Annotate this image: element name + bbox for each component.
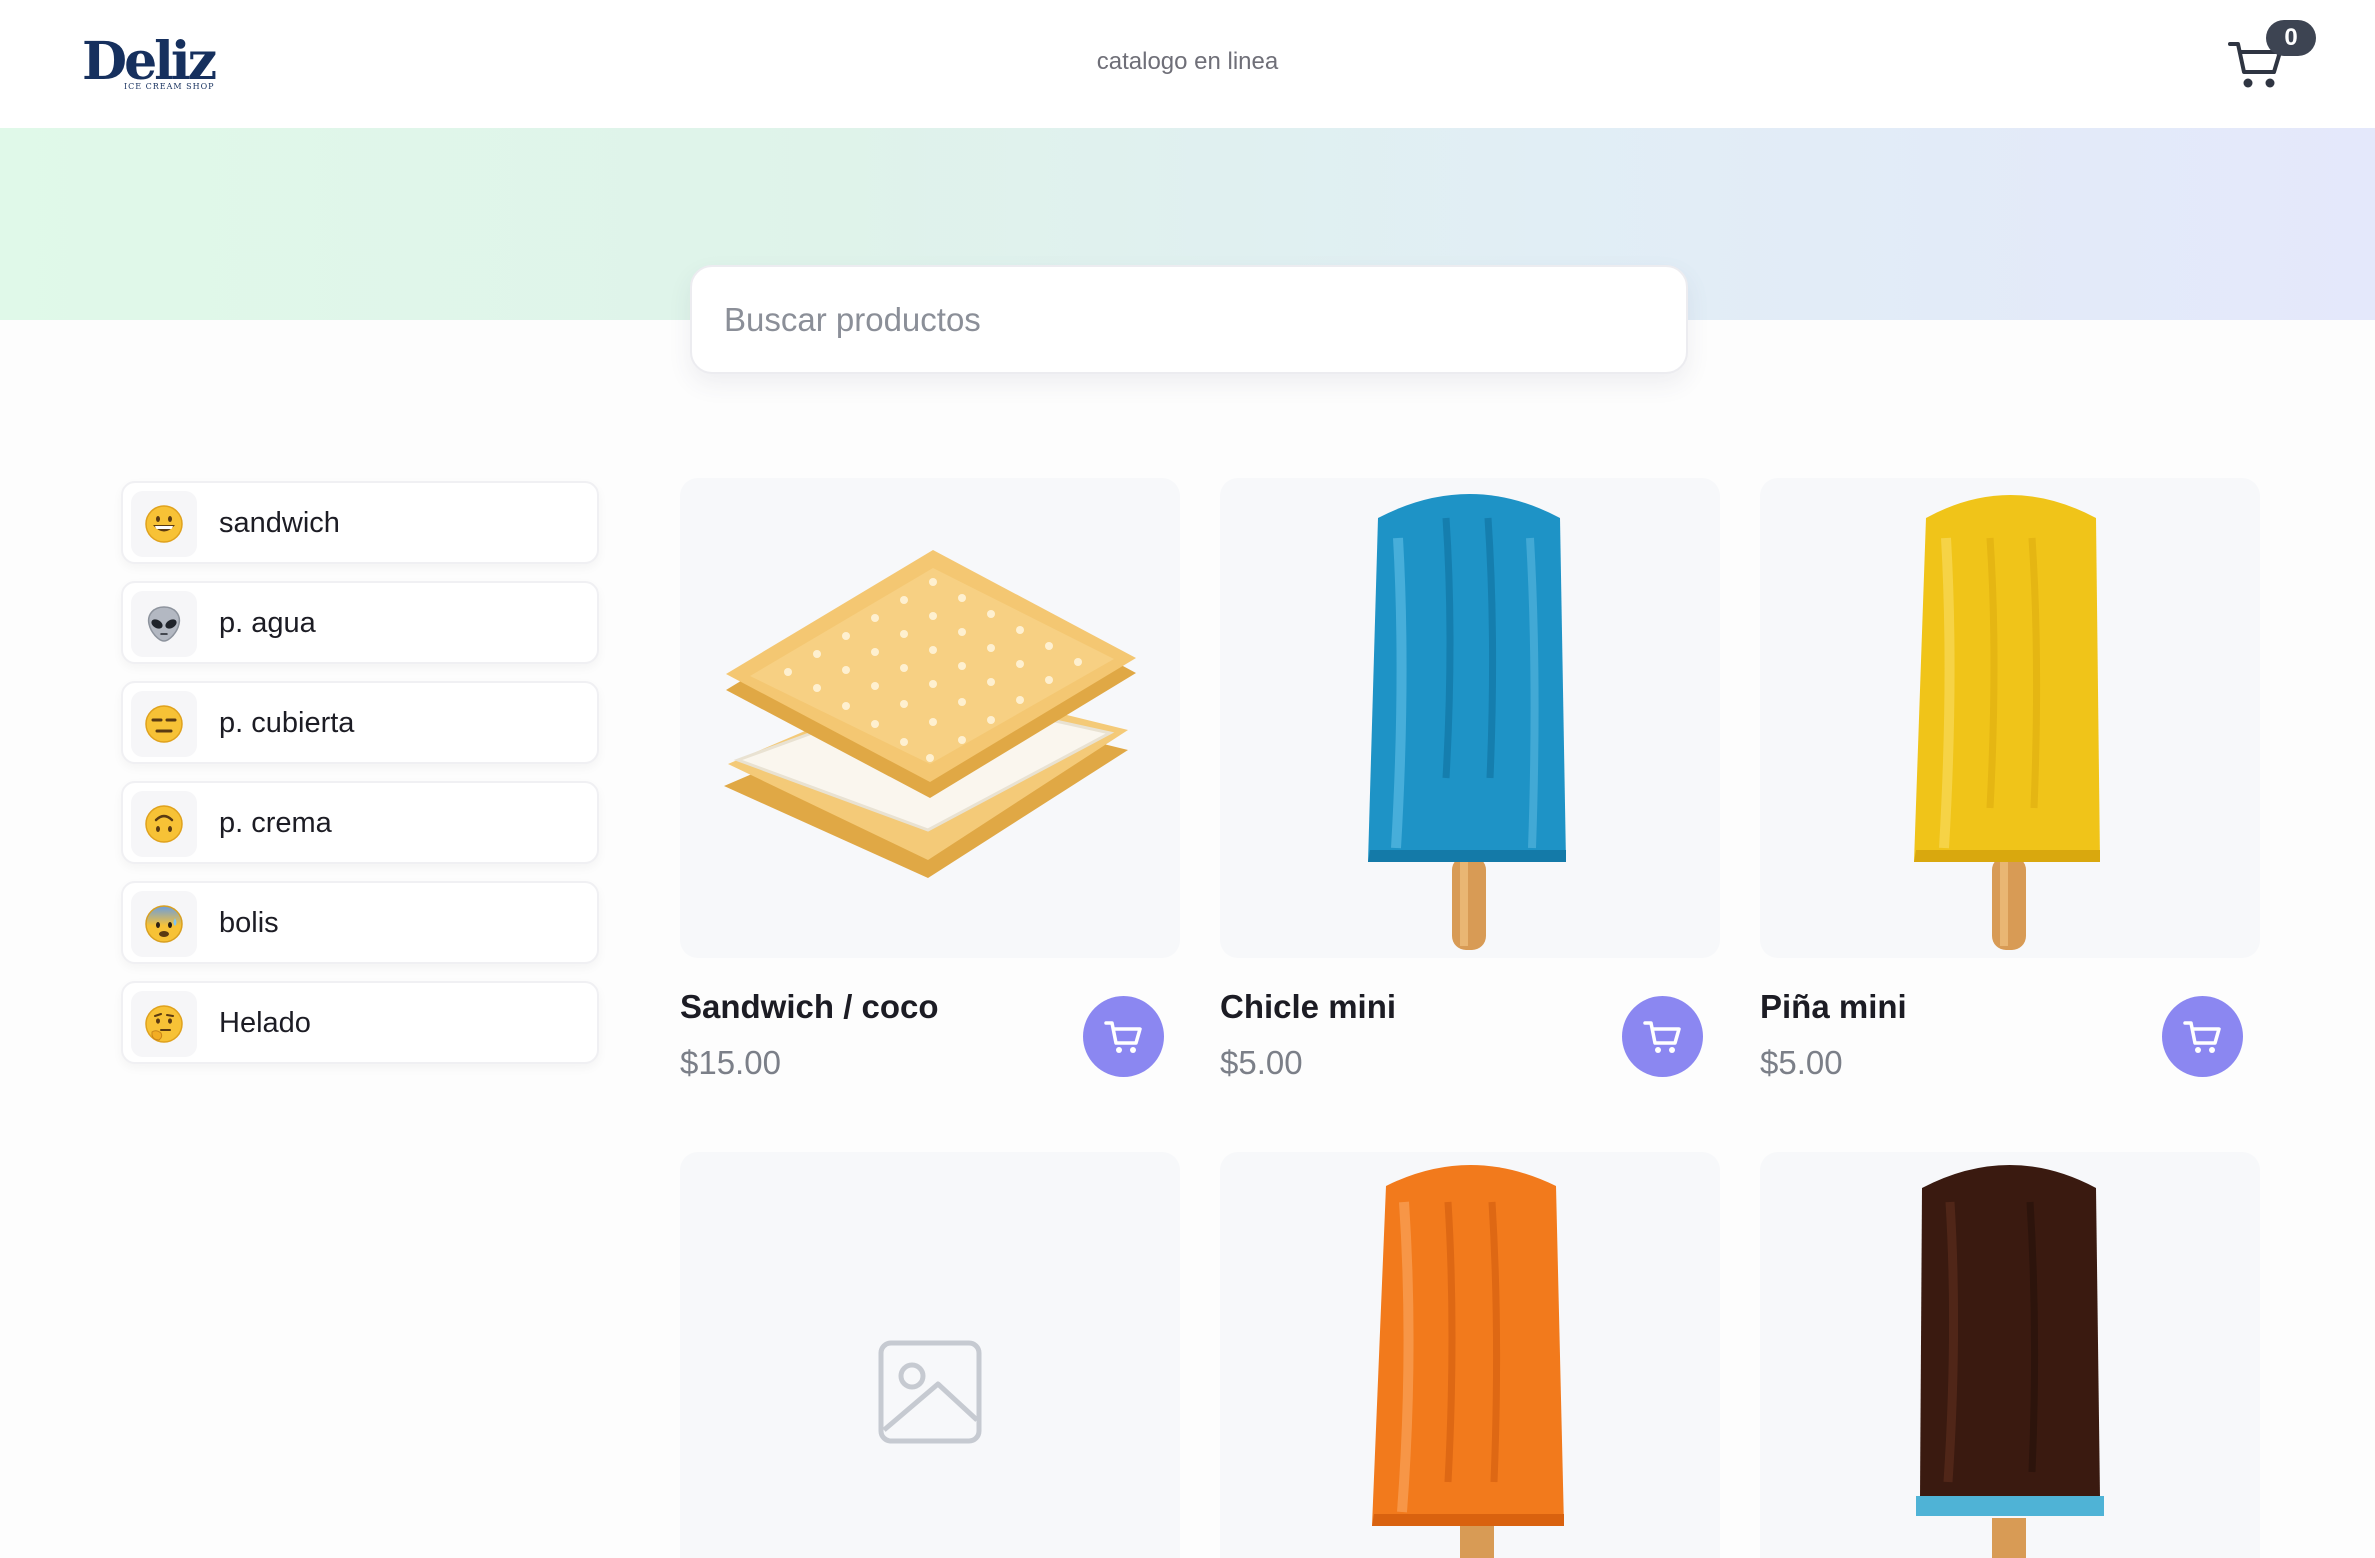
category-item-p-agua[interactable]: p. agua — [121, 581, 599, 664]
grinning-face-emoji-icon — [131, 491, 197, 557]
category-label: p. cubierta — [219, 707, 355, 739]
product-name[interactable]: Chicle mini — [1220, 988, 1396, 1026]
expressionless-face-emoji-icon — [131, 691, 197, 757]
product-image-chocolate-popsicle[interactable] — [1760, 1152, 2260, 1558]
thinking-face-emoji-icon — [131, 991, 197, 1057]
product-price: $5.00 — [1220, 1044, 1303, 1081]
alien-emoji-icon — [131, 591, 197, 657]
category-label: sandwich — [219, 507, 340, 539]
category-label: bolis — [219, 907, 279, 939]
product-image-orange-popsicle[interactable] — [1220, 1152, 1720, 1558]
cart-plus-icon — [2182, 1020, 2221, 1053]
product-image-chicle-mini[interactable] — [1220, 478, 1720, 958]
site-tagline: catalogo en linea — [1096, 48, 1279, 75]
cart-plus-icon — [1642, 1020, 1681, 1053]
ice-cream-sandwich-image — [724, 550, 1136, 878]
add-to-cart-button[interactable] — [1083, 996, 1164, 1077]
category-item-p-crema[interactable]: p. crema — [121, 781, 599, 864]
cart-plus-icon — [1103, 1020, 1142, 1053]
product-image-sandwich-coco[interactable] — [680, 478, 1180, 958]
category-list: sandwich p. agua p. cubierta p. crema bo… — [121, 481, 599, 1081]
category-item-p-cubierta[interactable]: p. cubierta — [121, 681, 599, 764]
category-item-bolis[interactable]: bolis — [121, 881, 599, 964]
chocolate-popsicle-image — [1916, 1165, 2104, 1558]
cart-count-badge: 0 — [2266, 20, 2316, 56]
yellow-popsicle-image — [1914, 495, 2100, 950]
product-price: $15.00 — [680, 1044, 781, 1081]
search-input[interactable] — [690, 265, 1688, 374]
anxious-face-emoji-icon — [131, 891, 197, 957]
add-to-cart-button[interactable] — [1622, 996, 1703, 1077]
product-name[interactable]: Sandwich / coco — [680, 988, 939, 1026]
product-image-placeholder[interactable] — [680, 1152, 1180, 1558]
orange-popsicle-image — [1372, 1165, 1564, 1558]
logo-subtitle: ICE CREAM SHOP — [124, 82, 215, 91]
category-label: Helado — [219, 1007, 311, 1039]
blue-popsicle-image — [1368, 494, 1566, 950]
category-label: p. crema — [219, 807, 332, 839]
product-price: $5.00 — [1760, 1044, 1843, 1081]
product-name[interactable]: Piña mini — [1760, 988, 1907, 1026]
image-placeholder-icon — [878, 1340, 982, 1444]
upside-down-face-emoji-icon — [131, 791, 197, 857]
add-to-cart-button[interactable] — [2162, 996, 2243, 1077]
category-item-sandwich[interactable]: sandwich — [121, 481, 599, 564]
top-header: Deliz ICE CREAM SHOP catalogo en linea 0 — [0, 0, 2375, 128]
category-label: p. agua — [219, 607, 316, 639]
category-item-helado[interactable]: Helado — [121, 981, 599, 1064]
product-image-pina-mini[interactable] — [1760, 478, 2260, 958]
